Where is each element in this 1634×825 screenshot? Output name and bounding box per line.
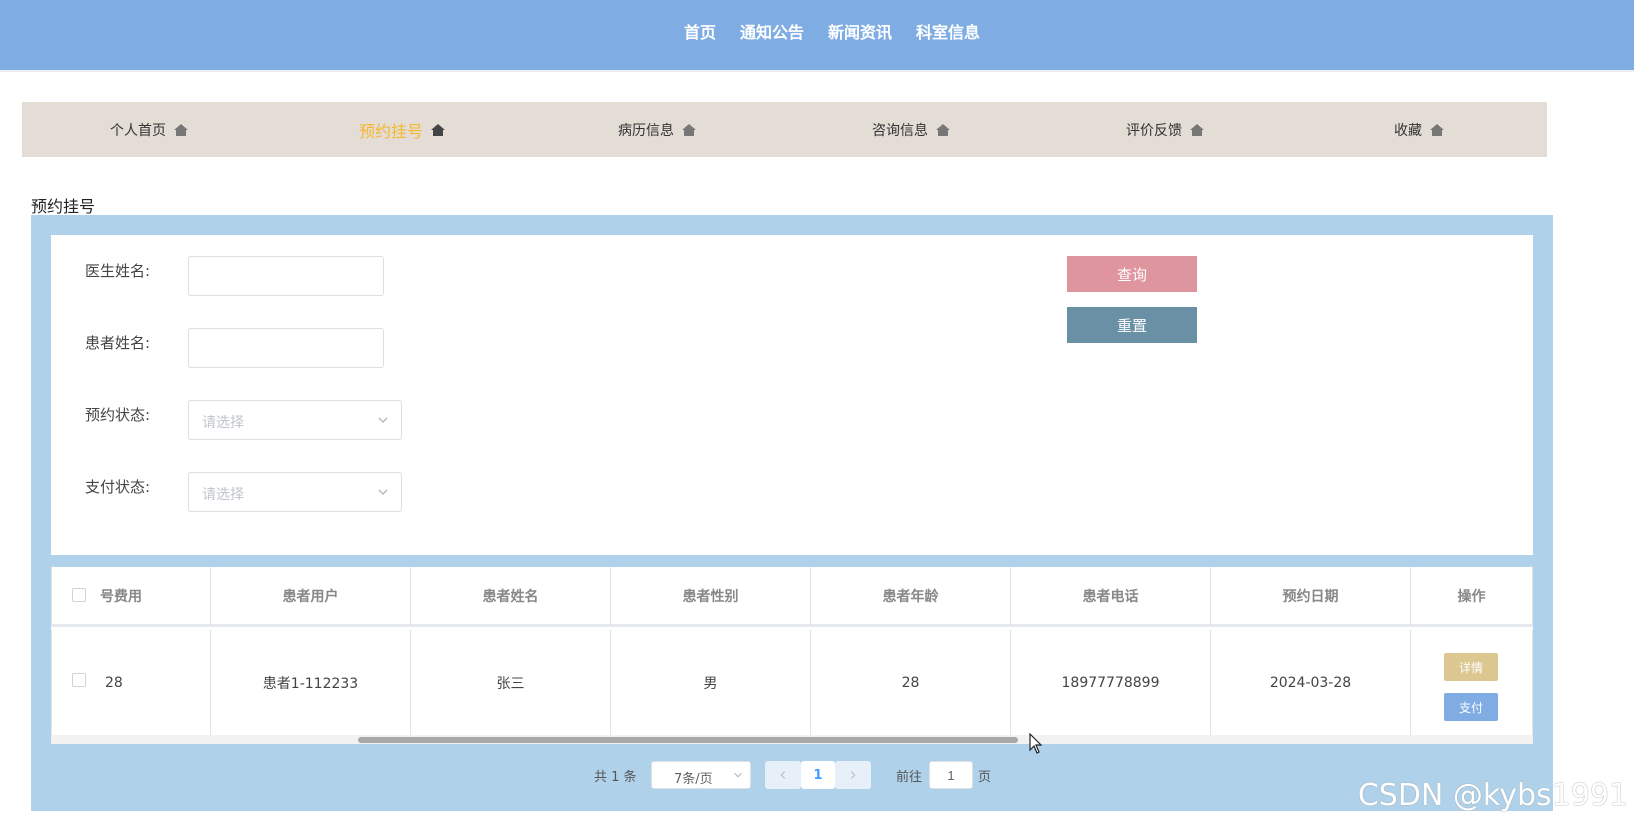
select-placeholder: 请选择 (202, 487, 244, 503)
column-header-patient-phone: 患者电话 (1011, 567, 1211, 627)
cell-patient-name: 张三 (411, 630, 611, 735)
query-button[interactable]: 查询 (1067, 256, 1197, 292)
appointments-table: 号费用 患者用户 患者姓名 患者性别 患者年龄 患者电话 预约日期 操作 28 … (51, 567, 1533, 744)
patient-name-label: 患者姓名: (85, 334, 151, 352)
pay-button[interactable]: 支付 (1444, 693, 1498, 721)
cell-appointment-date: 2024-03-28 (1211, 630, 1411, 735)
patient-name-input[interactable] (188, 328, 384, 368)
appointment-status-label: 预约状态: (85, 406, 151, 424)
column-header-appointment-date: 预约日期 (1211, 567, 1411, 627)
main-panel: 医生姓名: 患者姓名: 预约状态: 请选择 支付状态: 请选择 查询 重置 号费… (31, 215, 1553, 811)
chevron-down-icon (378, 489, 388, 495)
house-icon (174, 124, 188, 136)
column-header-patient-age: 患者年龄 (811, 567, 1011, 627)
cell-patient-age: 28 (811, 630, 1011, 735)
subnav-item-personal-home[interactable]: 个人首页 (110, 120, 188, 140)
column-header-patient-user: 患者用户 (211, 567, 411, 627)
reset-button[interactable]: 重置 (1067, 307, 1197, 343)
doctor-name-input[interactable] (188, 256, 384, 296)
house-icon (1190, 124, 1204, 136)
top-header: 首页 通知公告 新闻资讯 科室信息 (0, 0, 1634, 72)
house-icon (936, 124, 950, 136)
subnav-item-label: 咨询信息 (872, 123, 928, 139)
subnav-item-consultations[interactable]: 咨询信息 (872, 120, 950, 140)
sub-nav: 个人首页 预约挂号 病历信息 咨询信息 评价反馈 收藏 (22, 102, 1547, 157)
row-checkbox[interactable] (72, 673, 86, 687)
subnav-item-appointment[interactable]: 预约挂号 (359, 118, 446, 142)
search-form: 医生姓名: 患者姓名: 预约状态: 请选择 支付状态: 请选择 查询 重置 (51, 235, 1533, 555)
column-header-patient-gender: 患者性别 (611, 567, 811, 627)
pagination-total: 共 1 条 (594, 770, 637, 785)
subnav-item-favorites[interactable]: 收藏 (1394, 120, 1444, 140)
top-nav-notices[interactable]: 通知公告 (740, 19, 804, 43)
payment-status-select[interactable]: 请选择 (188, 472, 402, 512)
page-number-current[interactable]: 1 (801, 761, 835, 789)
appointment-status-select[interactable]: 请选择 (188, 400, 402, 440)
house-icon (431, 124, 446, 136)
detail-button[interactable]: 详情 (1444, 653, 1498, 681)
select-all-checkbox[interactable] (72, 588, 86, 602)
cell-patient-user: 患者1-112233 (211, 630, 411, 735)
page-suffix-label: 页 (978, 770, 992, 785)
mouse-cursor-icon (1029, 733, 1043, 754)
cell-patient-gender: 男 (611, 630, 811, 735)
house-icon (1430, 124, 1444, 136)
subnav-item-label: 个人首页 (110, 123, 166, 139)
subnav-item-label: 预约挂号 (359, 122, 424, 141)
top-nav: 首页 通知公告 新闻资讯 科室信息 (684, 19, 980, 43)
page-size-value: 7条/页 (674, 772, 713, 787)
page-title: 预约挂号 (31, 197, 96, 216)
next-page-button[interactable] (835, 761, 871, 789)
watermark: CSDN @kybs1991 (1357, 778, 1628, 813)
doctor-name-label: 医生姓名: (85, 262, 151, 280)
column-header-patient-name: 患者姓名 (411, 567, 611, 627)
top-nav-home[interactable]: 首页 (684, 19, 716, 43)
scrollbar-thumb[interactable] (358, 737, 1018, 743)
subnav-item-label: 病历信息 (618, 123, 674, 139)
chevron-right-icon (850, 771, 856, 779)
chevron-down-icon (378, 417, 388, 423)
select-placeholder: 请选择 (202, 415, 244, 431)
subnav-item-medical-records[interactable]: 病历信息 (618, 120, 696, 140)
subnav-item-label: 评价反馈 (1126, 123, 1182, 139)
goto-page-input[interactable] (929, 761, 973, 789)
top-nav-news[interactable]: 新闻资讯 (828, 19, 892, 43)
house-icon (682, 124, 696, 136)
chevron-left-icon (780, 771, 786, 779)
goto-label: 前往 (896, 770, 923, 785)
top-nav-departments[interactable]: 科室信息 (916, 19, 980, 43)
column-header-actions: 操作 (1411, 567, 1533, 627)
page-size-select[interactable]: 7条/页 (651, 761, 751, 789)
payment-status-label: 支付状态: (85, 478, 151, 496)
subnav-item-label: 收藏 (1394, 123, 1422, 139)
prev-page-button[interactable] (765, 761, 801, 789)
chevron-down-icon (734, 772, 742, 778)
subnav-item-feedback[interactable]: 评价反馈 (1126, 120, 1204, 140)
cell-patient-phone: 18977778899 (1011, 630, 1211, 735)
